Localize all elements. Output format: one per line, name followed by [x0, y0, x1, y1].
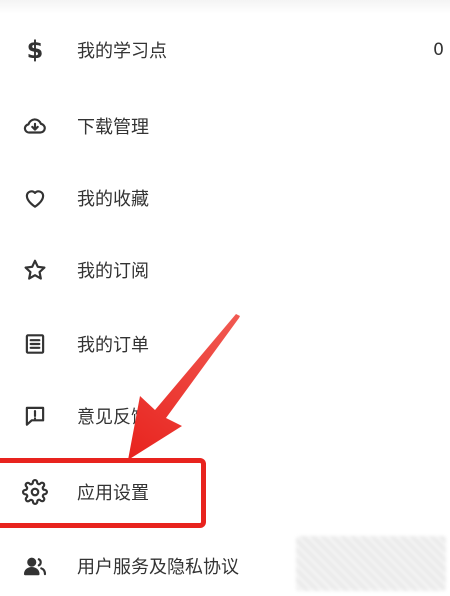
- menu-item-label: 我的订阅: [77, 261, 149, 282]
- study-points-value: 0: [433, 40, 444, 60]
- menu-item-label: 下载管理: [77, 117, 149, 138]
- dollar-icon: $: [26, 36, 44, 64]
- top-strip: [0, 0, 450, 14]
- menu-item-label: 我的学习点: [77, 41, 167, 62]
- menu-item-subscriptions[interactable]: 我的订阅: [0, 240, 450, 300]
- cloud-download-icon: [20, 111, 50, 141]
- star-icon: [20, 255, 50, 285]
- menu-item-label: 我的收藏: [77, 189, 149, 210]
- heart-icon: [20, 183, 50, 213]
- menu-item-label: 意见反馈: [77, 407, 149, 428]
- menu-item-feedback[interactable]: 意见反馈: [0, 386, 450, 446]
- document-list-icon: [20, 329, 50, 359]
- menu-item-study-points[interactable]: $ 我的学习点 0: [0, 20, 450, 80]
- menu-item-orders[interactable]: 我的订单: [0, 314, 450, 374]
- feedback-icon: [20, 401, 50, 431]
- watermark: [296, 536, 446, 591]
- menu-item-favorites[interactable]: 我的收藏: [0, 168, 450, 228]
- menu-item-download-manager[interactable]: 下载管理: [0, 96, 450, 156]
- users-icon: [20, 551, 50, 581]
- menu-item-label: 用户服务及隐私协议: [77, 557, 239, 578]
- menu-item-label: 我的订单: [77, 335, 149, 356]
- highlight-box: [0, 458, 206, 528]
